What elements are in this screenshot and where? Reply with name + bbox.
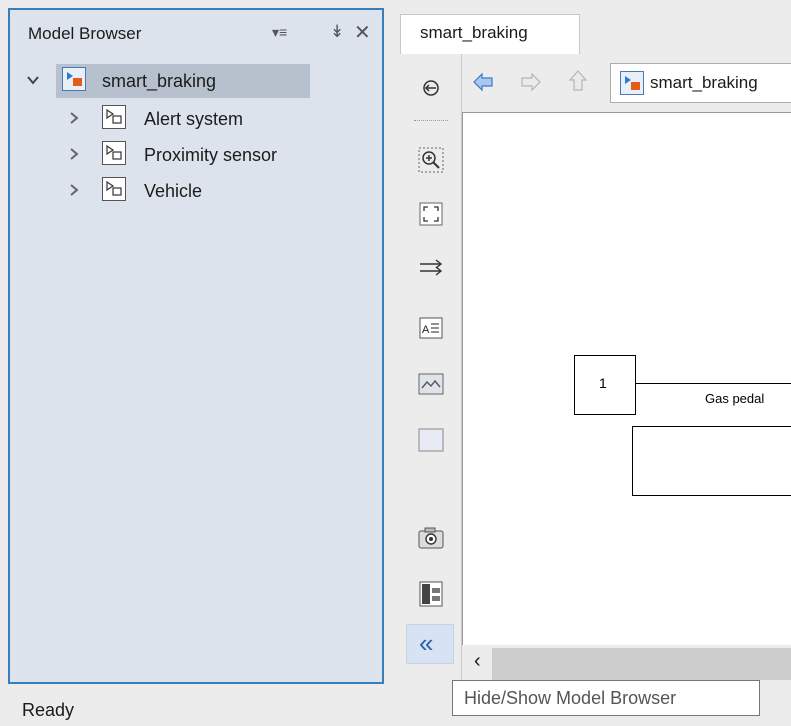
- hide-show-browser-button[interactable]: «: [406, 624, 454, 664]
- tree-node-proximity-sensor[interactable]: Proximity sensor: [10, 138, 382, 172]
- model-browser-panel: Model Browser ▾≡ ↡ ✕ smart_braking Alert…: [8, 8, 384, 684]
- route-lines-icon: [420, 259, 443, 276]
- model-browser-header: Model Browser ▾≡ ↡ ✕: [10, 10, 382, 56]
- pin-icon[interactable]: ↡: [330, 22, 344, 42]
- tree-node-smart-braking[interactable]: smart_braking: [10, 64, 382, 98]
- fit-to-view-icon: [419, 202, 443, 226]
- signal-label: Gas pedal: [705, 391, 765, 406]
- panel-menu-icon[interactable]: ▾≡: [272, 24, 287, 41]
- tree-node-label: Proximity sensor: [144, 145, 278, 165]
- area-icon: [418, 428, 444, 452]
- annotation-icon: A: [419, 317, 443, 339]
- expand-panel-button[interactable]: [414, 72, 448, 104]
- back-arrow-icon[interactable]: [470, 70, 496, 94]
- toolbar-separator: [414, 120, 448, 121]
- tree-node-vehicle[interactable]: Vehicle: [10, 174, 382, 208]
- svg-text:A: A: [422, 324, 430, 336]
- tree-node-alert-system[interactable]: Alert system: [10, 102, 382, 136]
- zoom-in-button[interactable]: [414, 144, 448, 176]
- tree-node-label: Alert system: [144, 109, 244, 129]
- expand-panel-icon: [423, 80, 439, 96]
- scroll-left-icon[interactable]: ‹: [474, 650, 481, 673]
- scrollbar-track[interactable]: [492, 648, 791, 680]
- status-text: Ready: [22, 700, 75, 720]
- area-button[interactable]: [414, 424, 448, 456]
- tree-node-label: smart_braking: [102, 71, 217, 91]
- close-icon[interactable]: ✕: [354, 20, 371, 45]
- screenshot-button[interactable]: [414, 522, 448, 554]
- chevron-down-icon[interactable]: [26, 73, 40, 87]
- tree-node-label: Vehicle: [144, 181, 203, 201]
- image-button[interactable]: [414, 368, 448, 400]
- fit-to-view-button[interactable]: [414, 198, 448, 230]
- subsystem-icon: [102, 177, 126, 201]
- model-icon: [620, 71, 644, 95]
- property-inspector-button[interactable]: [414, 578, 448, 610]
- up-arrow-icon[interactable]: [566, 68, 590, 94]
- signal-line[interactable]: [636, 383, 791, 384]
- forward-arrow-icon[interactable]: [518, 70, 544, 94]
- inport-number: 1: [599, 375, 607, 391]
- model-icon: [62, 67, 86, 91]
- route-lines-button[interactable]: [414, 252, 448, 284]
- model-browser-title: Model Browser: [28, 24, 142, 43]
- chevron-right-icon[interactable]: [68, 147, 80, 161]
- property-inspector-icon: [419, 581, 443, 607]
- subsystem-icon: [102, 105, 126, 129]
- annotation-button[interactable]: A: [414, 312, 448, 344]
- chevron-right-icon[interactable]: [68, 183, 80, 197]
- subsystem-block[interactable]: [632, 426, 791, 496]
- screenshot-icon: [418, 527, 444, 549]
- hide-show-browser-icon: «: [419, 628, 434, 658]
- breadcrumb-label: smart_braking: [650, 73, 758, 92]
- tooltip-text: Hide/Show Model Browser: [464, 688, 677, 708]
- zoom-in-icon: [418, 147, 444, 173]
- image-icon: [418, 373, 444, 395]
- chevron-right-icon[interactable]: [68, 111, 80, 125]
- tab-label: smart_braking: [420, 23, 528, 42]
- subsystem-icon: [102, 141, 126, 165]
